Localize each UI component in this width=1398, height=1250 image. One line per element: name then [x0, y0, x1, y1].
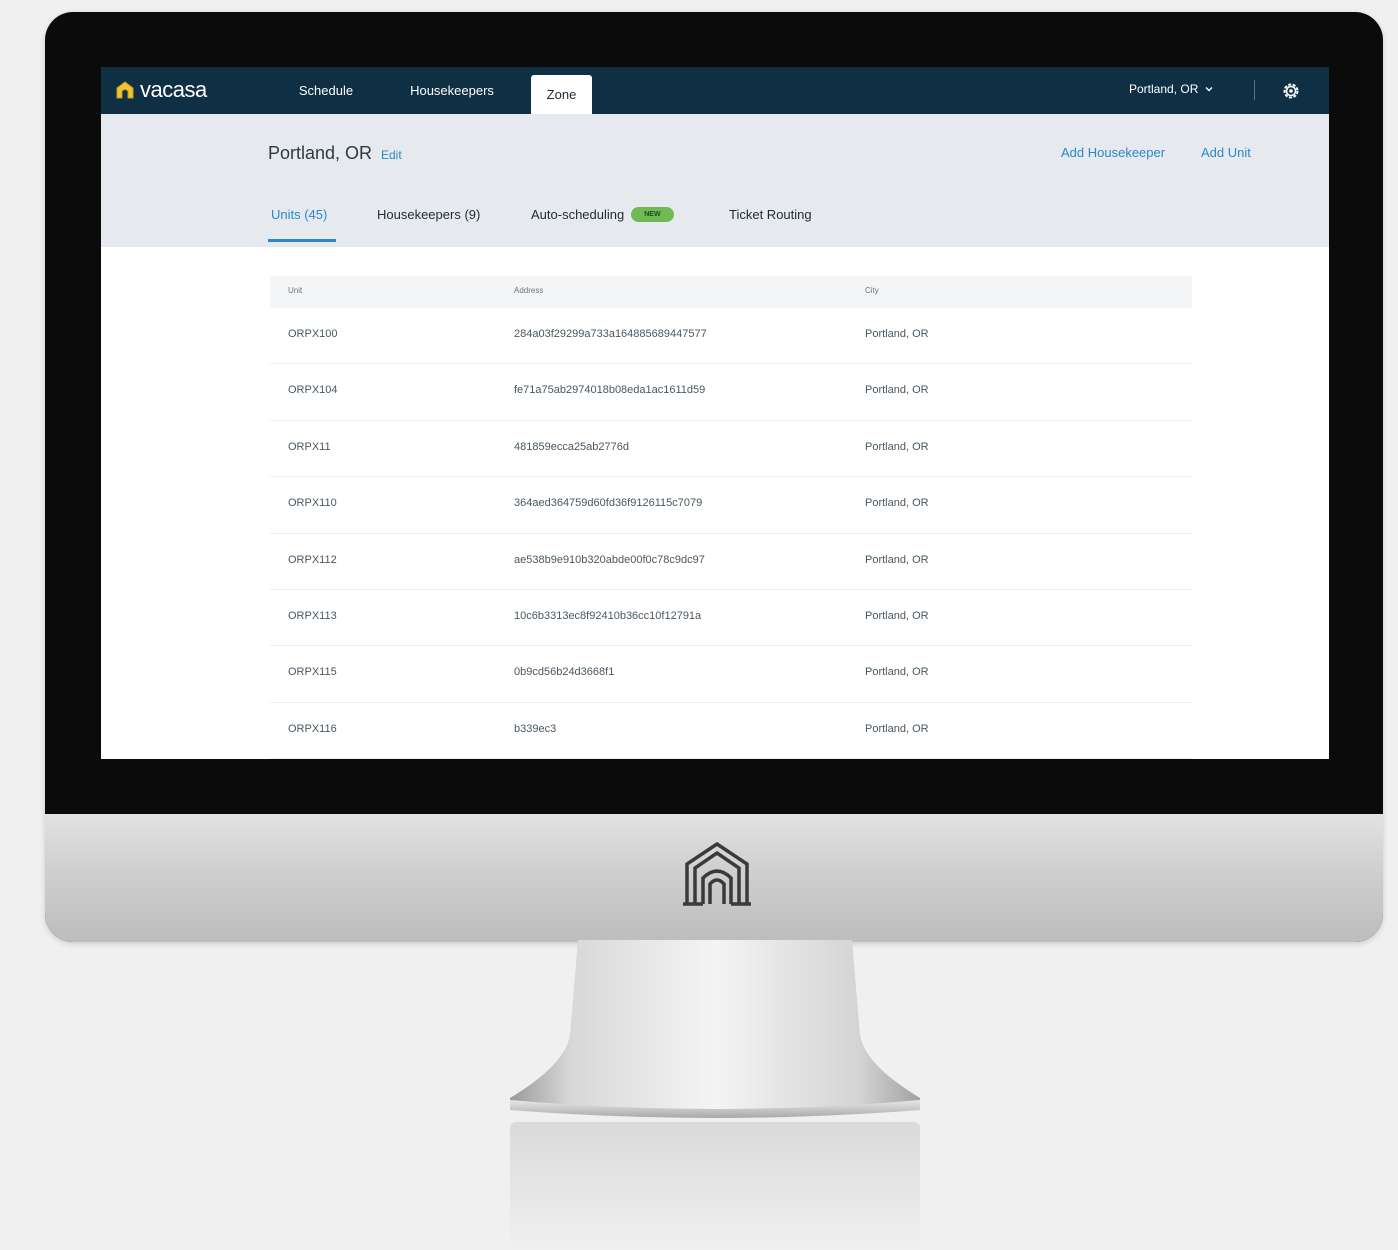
location-selector[interactable]: Portland, OR	[1129, 82, 1214, 96]
unit-id-cell: ORPX110	[288, 497, 337, 510]
column-header-unit[interactable]: Unit	[288, 286, 302, 295]
unit-id-cell: ORPX11	[288, 440, 331, 453]
units-table: Unit Address City ORPX100 284a03f29299a73…	[270, 276, 1192, 759]
city-cell: Portland, OR	[865, 384, 929, 397]
address-cell: 284a03f29299a733a164885689447577	[514, 328, 707, 340]
city-cell: Portland, OR	[865, 722, 929, 735]
nav-tab-housekeepers[interactable]: Housekeepers	[397, 67, 507, 114]
table-row[interactable]: ORPX115 0b9cd56b24d3668f1 Portland, OR	[270, 646, 1192, 703]
table-header: Unit Address City	[270, 276, 1192, 308]
address-cell: 0b9cd56b24d3668f1	[514, 666, 615, 679]
table-row[interactable]: ORPX11 481859ecca25ab2776d Portland, OR	[270, 421, 1192, 478]
unit-id-cell: ORPX112	[288, 553, 337, 566]
top-navigation-bar: vacasa Schedule Housekeepers Zone Portla…	[101, 67, 1329, 114]
nav-tab-schedule[interactable]: Schedule	[281, 67, 371, 114]
city-cell: Portland, OR	[865, 440, 929, 453]
city-cell: Portland, OR	[865, 328, 929, 340]
table-row[interactable]: ORPX113 10c6b3313ec8f92410b36cc10f12791a P…	[270, 590, 1192, 647]
tab-ticket-routing[interactable]: Ticket Routing	[729, 207, 812, 222]
tab-auto-scheduling-label: Auto-scheduling	[531, 207, 625, 222]
gear-icon[interactable]	[1281, 81, 1301, 101]
address-cell: 481859ecca25ab2776d	[514, 440, 630, 453]
table-row[interactable]: ORPX116 b339ec3 Portland, OR	[270, 703, 1192, 759]
tab-housekeepers[interactable]: Housekeepers (9)	[377, 207, 480, 222]
city-cell: Portland, OR	[865, 497, 929, 510]
unit-id-cell: ORPX104	[288, 384, 338, 397]
city-cell: Portland, OR	[865, 666, 929, 679]
tab-units-label: Units (45)	[271, 207, 328, 222]
chevron-down-icon	[1205, 87, 1213, 92]
tab-units[interactable]: Units (45)	[271, 207, 327, 222]
vacasa-logo-icon	[116, 81, 134, 99]
product-mockup: vacasa Schedule Housekeepers Zone Portla…	[0, 0, 1398, 1250]
page-title: Portland, OR	[268, 143, 373, 163]
table-row[interactable]: ORPX100 284a03f29299a733a164885689447577 P…	[270, 308, 1192, 365]
monitor-frame: vacasa Schedule Housekeepers Zone Portla…	[45, 12, 1383, 942]
location-selector-label: Portland, OR	[1129, 82, 1199, 96]
unit-id-cell: ORPX116	[288, 722, 337, 735]
table-row[interactable]: ORPX104 fe71a75ab2974018b08eda1ac1611d59 P…	[270, 364, 1192, 421]
zone-header: Portland, OR Edit Add Housekeeper Add Un…	[101, 114, 1329, 247]
nav-divider	[1254, 80, 1255, 100]
brand-name: vacasa	[140, 77, 207, 102]
app-screen: vacasa Schedule Housekeepers Zone Portla…	[101, 67, 1329, 759]
add-unit-link[interactable]: Add Unit	[1201, 145, 1251, 160]
new-badge: NEW	[631, 207, 674, 222]
unit-id-cell: ORPX113	[288, 609, 337, 622]
tab-ticket-routing-label: Ticket Routing	[729, 207, 812, 222]
column-header-address[interactable]: Address	[514, 286, 543, 295]
table-body: ORPX100 284a03f29299a733a164885689447577 P…	[270, 308, 1192, 759]
brand-logo[interactable]: vacasa	[115, 77, 207, 103]
table-row[interactable]: ORPX110 364aed364759d60fd36f9126115c7079 P…	[270, 477, 1192, 534]
nav-tab-zone[interactable]: Zone	[531, 75, 592, 114]
tab-auto-scheduling[interactable]: Auto-scheduling NEW	[531, 207, 674, 222]
unit-id-cell: ORPX115	[288, 666, 337, 679]
tab-housekeepers-label: Housekeepers (9)	[377, 207, 481, 222]
address-cell: ae538b9e910b320abde00f0c78c9dc97	[514, 553, 705, 566]
city-cell: Portland, OR	[865, 553, 929, 566]
add-housekeeper-link[interactable]: Add Housekeeper	[1061, 145, 1165, 160]
active-tab-indicator	[268, 239, 336, 242]
stand-reflection	[510, 1122, 920, 1250]
address-cell: 10c6b3313ec8f92410b36cc10f12791a	[514, 609, 702, 622]
monitor-chin	[45, 814, 1383, 942]
address-cell: 364aed364759d60fd36f9126115c7079	[514, 497, 703, 510]
column-header-city[interactable]: City	[865, 286, 879, 295]
monitor-stand	[510, 940, 920, 1118]
vacasa-house-emblem-icon	[683, 841, 751, 906]
edit-zone-link[interactable]: Edit	[381, 148, 402, 162]
table-row[interactable]: ORPX112 ae538b9e910b320abde00f0c78c9dc97 P…	[270, 534, 1192, 590]
address-cell: b339ec3	[514, 722, 557, 735]
city-cell: Portland, OR	[865, 609, 929, 622]
address-cell: fe71a75ab2974018b08eda1ac1611d59	[514, 384, 706, 397]
unit-id-cell: ORPX100	[288, 328, 338, 340]
